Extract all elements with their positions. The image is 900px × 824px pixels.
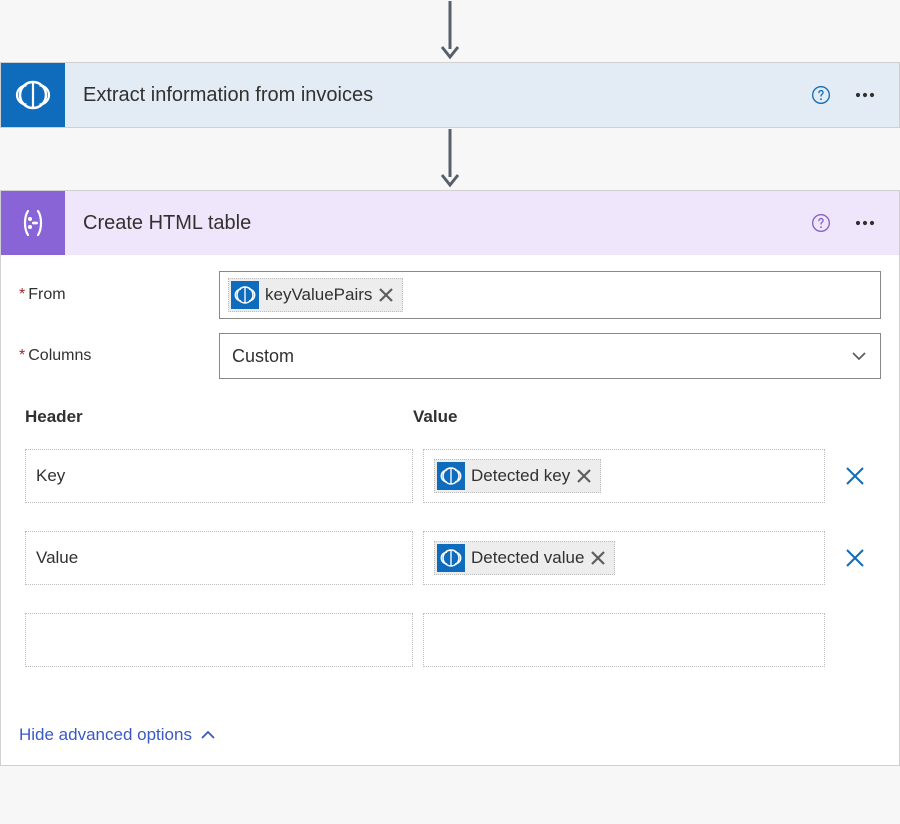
help-button[interactable] — [805, 79, 837, 111]
more-icon — [853, 211, 877, 235]
help-button[interactable] — [805, 207, 837, 239]
value-cell-input[interactable]: Detected key — [423, 449, 825, 503]
columns-table-header: Header Value — [25, 407, 875, 427]
token-label: Detected value — [471, 548, 584, 568]
action-card-create-html-table: Create HTML table *From — [0, 190, 900, 766]
action-title: Create HTML table — [65, 212, 805, 235]
flow-arrow — [0, 128, 900, 190]
ai-builder-icon — [1, 63, 65, 127]
ai-builder-icon — [231, 281, 259, 309]
close-icon — [588, 548, 608, 568]
header-cell-input[interactable]: Value — [25, 531, 413, 585]
close-icon — [574, 466, 594, 486]
more-button[interactable] — [843, 79, 887, 111]
close-icon — [376, 285, 396, 305]
required-indicator: * — [19, 286, 25, 303]
token-remove-button[interactable] — [588, 548, 608, 568]
value-cell-input[interactable] — [423, 613, 825, 667]
from-label: *From — [19, 286, 219, 304]
value-cell-input[interactable]: Detected value — [423, 531, 825, 585]
columns-table-row-empty — [25, 613, 875, 667]
flow-arrow — [0, 0, 900, 62]
columns-table-row: Value Detected value — [25, 531, 875, 585]
header-column-label: Header — [25, 407, 413, 427]
from-input[interactable]: keyValuePairs — [219, 271, 881, 319]
close-icon — [844, 465, 866, 487]
columns-table: Header Value Key Detected key — [19, 407, 881, 667]
dynamic-token-detected-value[interactable]: Detected value — [434, 541, 615, 575]
columns-select[interactable]: Custom — [219, 333, 881, 379]
columns-label: *Columns — [19, 347, 219, 365]
more-icon — [853, 83, 877, 107]
columns-value: Custom — [232, 346, 294, 367]
token-remove-button[interactable] — [376, 285, 396, 305]
action-header[interactable]: Create HTML table — [1, 191, 899, 255]
ai-builder-icon — [437, 544, 465, 572]
chevron-down-icon — [850, 347, 868, 365]
data-operations-icon — [1, 191, 65, 255]
help-icon — [811, 212, 831, 234]
field-row-from: *From keyValuePairs — [19, 271, 881, 319]
action-body: *From keyValuePairs — [1, 255, 899, 765]
header-cell-input[interactable]: Key — [25, 449, 413, 503]
help-icon — [811, 84, 831, 106]
required-indicator: * — [19, 347, 25, 364]
header-cell-input[interactable] — [25, 613, 413, 667]
token-label: keyValuePairs — [265, 285, 372, 305]
action-title: Extract information from invoices — [65, 84, 805, 107]
token-remove-button[interactable] — [574, 466, 594, 486]
remove-row-button[interactable] — [835, 531, 875, 585]
remove-row-button[interactable] — [835, 449, 875, 503]
action-header[interactable]: Extract information from invoices — [1, 63, 899, 127]
token-label: Detected key — [471, 466, 570, 486]
chevron-up-icon — [200, 727, 216, 743]
ai-builder-icon — [437, 462, 465, 490]
action-card-extract-invoices[interactable]: Extract information from invoices — [0, 62, 900, 128]
dynamic-token-detected-key[interactable]: Detected key — [434, 459, 601, 493]
field-row-columns: *Columns Custom — [19, 333, 881, 379]
value-column-label: Value — [413, 407, 875, 427]
close-icon — [844, 547, 866, 569]
hide-advanced-options-toggle[interactable]: Hide advanced options — [19, 725, 216, 745]
more-button[interactable] — [843, 207, 887, 239]
columns-table-row: Key Detected key — [25, 449, 875, 503]
dynamic-token-keyvaluepairs[interactable]: keyValuePairs — [228, 278, 403, 312]
